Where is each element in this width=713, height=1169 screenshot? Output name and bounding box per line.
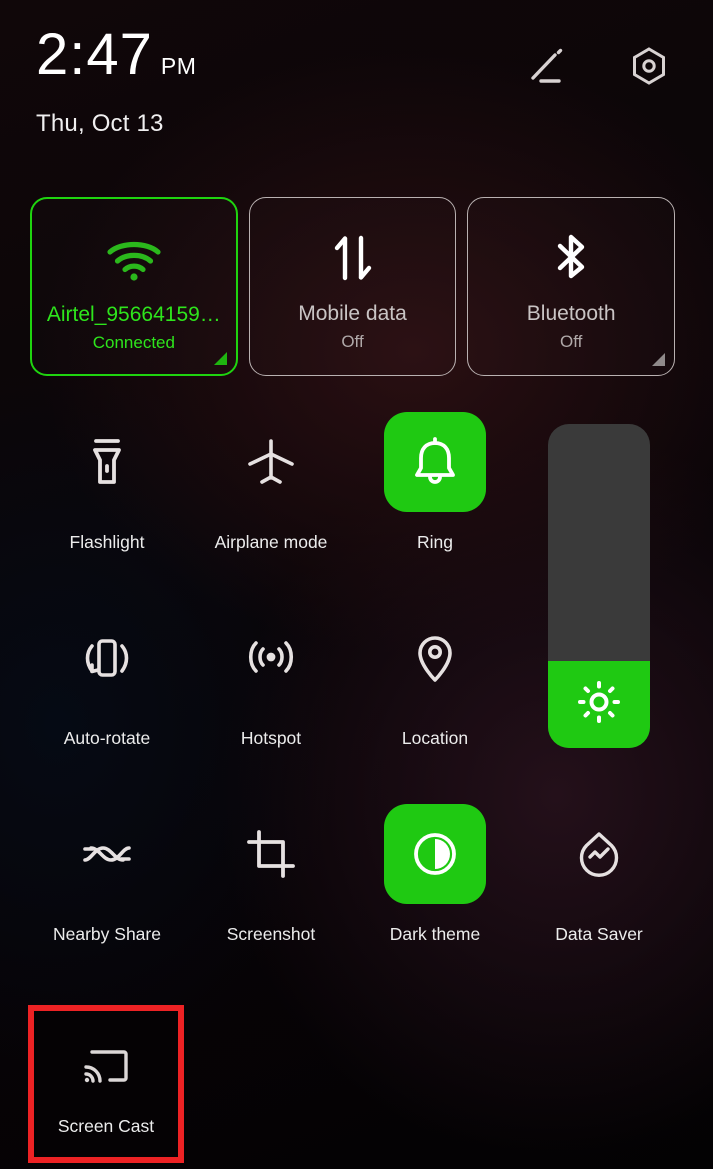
data-saver-icon bbox=[548, 804, 650, 904]
dark-theme-icon bbox=[384, 804, 486, 904]
toggle-nearby-share[interactable]: Nearby Share bbox=[25, 804, 189, 974]
screen-cast-icon bbox=[75, 1036, 137, 1098]
tile-mobile-data[interactable]: Mobile data Off bbox=[248, 197, 457, 376]
toggle-flashlight-label: Flashlight bbox=[69, 532, 145, 552]
edit-icon[interactable] bbox=[525, 44, 569, 88]
toggle-dark-theme-label: Dark theme bbox=[389, 924, 481, 944]
brightness-sun-icon bbox=[574, 677, 624, 732]
tile-wifi[interactable]: Airtel_95664159… Connected bbox=[30, 197, 238, 376]
toggle-airplane-mode[interactable]: Airplane mode bbox=[189, 412, 353, 582]
toggle-auto-rotate-label: Auto-rotate bbox=[63, 728, 151, 748]
header-actions bbox=[525, 44, 671, 88]
toggle-airplane-mode-label: Airplane mode bbox=[214, 532, 328, 552]
toggle-ring[interactable]: Ring bbox=[353, 412, 517, 582]
toggle-flashlight[interactable]: Flashlight bbox=[25, 412, 189, 582]
toggle-auto-rotate[interactable]: Auto-rotate bbox=[25, 608, 189, 778]
auto-rotate-icon bbox=[56, 608, 158, 708]
toggle-location-label: Location bbox=[401, 728, 469, 748]
expand-arrow-icon[interactable] bbox=[213, 352, 227, 365]
connectivity-tiles-row: Airtel_95664159… Connected Mobile data O… bbox=[30, 197, 676, 376]
clock: 2:47 PM bbox=[36, 26, 196, 84]
toggle-hotspot-label: Hotspot bbox=[240, 728, 302, 748]
toggle-location[interactable]: Location bbox=[353, 608, 517, 778]
flashlight-icon bbox=[56, 412, 158, 512]
brightness-slider-fill bbox=[548, 660, 650, 748]
tile-wifi-label: Airtel_95664159… bbox=[46, 303, 221, 326]
settings-icon[interactable] bbox=[627, 44, 671, 88]
brightness-slider[interactable] bbox=[548, 424, 650, 748]
status-header: 2:47 PM Thu, Oct 13 bbox=[0, 0, 713, 160]
tile-mobile-data-label: Mobile data bbox=[298, 302, 407, 325]
tile-mobile-data-status: Off bbox=[341, 332, 364, 351]
tile-bluetooth-label: Bluetooth bbox=[526, 302, 616, 325]
bluetooth-icon bbox=[548, 230, 594, 286]
expand-arrow-icon[interactable] bbox=[652, 353, 666, 366]
toggle-screenshot[interactable]: Screenshot bbox=[189, 804, 353, 974]
toggle-nearby-share-label: Nearby Share bbox=[53, 924, 161, 944]
toggle-data-saver-label: Data Saver bbox=[555, 924, 643, 944]
location-pin-icon bbox=[384, 608, 486, 708]
toggle-screen-cast[interactable]: Screen Cast bbox=[34, 1011, 178, 1157]
quick-settings-panel: 2:47 PM Thu, Oct 13 Airtel_95664159… Con… bbox=[0, 0, 713, 1169]
toggle-hotspot[interactable]: Hotspot bbox=[189, 608, 353, 778]
tile-bluetooth[interactable]: Bluetooth Off bbox=[467, 197, 676, 376]
tile-bluetooth-status: Off bbox=[559, 332, 583, 351]
wifi-icon bbox=[103, 231, 165, 287]
bell-icon bbox=[384, 412, 486, 512]
mobile-data-icon bbox=[327, 230, 379, 286]
toggles-row-3: Nearby Share Screenshot Dark theme Data … bbox=[0, 804, 713, 1000]
hotspot-icon bbox=[220, 608, 322, 708]
highlight-box-screen-cast: Screen Cast bbox=[28, 1005, 184, 1163]
tile-wifi-status: Connected bbox=[92, 333, 175, 352]
toggle-ring-label: Ring bbox=[417, 532, 453, 552]
toggle-data-saver[interactable]: Data Saver bbox=[517, 804, 681, 974]
screenshot-icon bbox=[220, 804, 322, 904]
nearby-share-icon bbox=[56, 804, 158, 904]
airplane-icon bbox=[220, 412, 322, 512]
clock-time: 2:47 bbox=[36, 22, 153, 87]
toggle-screen-cast-label: Screen Cast bbox=[57, 1115, 155, 1136]
toggle-screenshot-label: Screenshot bbox=[226, 924, 316, 944]
clock-date: Thu, Oct 13 bbox=[36, 110, 164, 137]
clock-ampm: PM bbox=[160, 53, 197, 79]
toggle-dark-theme[interactable]: Dark theme bbox=[353, 804, 517, 974]
